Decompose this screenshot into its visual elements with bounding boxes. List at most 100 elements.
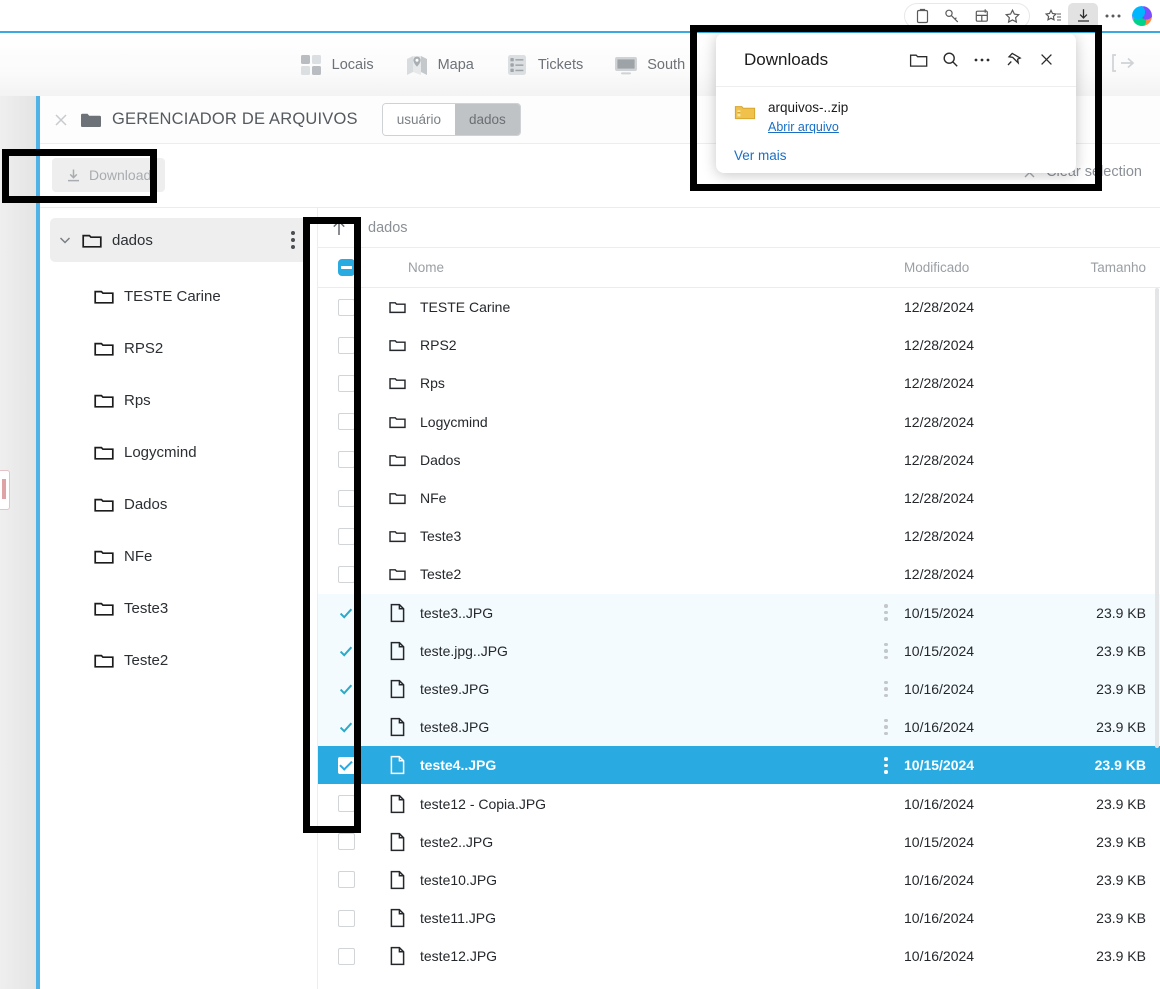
table-row[interactable]: Teste212/28/2024 — [318, 555, 1160, 593]
scope-option-usuario[interactable]: usuário — [383, 104, 455, 135]
table-row[interactable]: RPS2 12/28/2024 — [318, 326, 1160, 364]
row-name[interactable]: teste9.JPG — [420, 681, 489, 697]
row-size: 23.9 KB — [1044, 681, 1160, 697]
row-name[interactable]: teste10.JPG — [420, 872, 497, 888]
row-select-cell[interactable] — [318, 833, 374, 850]
row-more-options-icon[interactable] — [868, 757, 904, 774]
nav-item-mapa[interactable]: Mapa — [404, 52, 474, 78]
table-row[interactable]: Dados12/28/2024 — [318, 441, 1160, 479]
table-row[interactable]: NFe12/28/2024 — [318, 479, 1160, 517]
row-name-cell: teste2..JPG — [374, 832, 868, 852]
table-row[interactable]: teste3..JPG10/15/202423.9 KB — [318, 594, 1160, 632]
sidebar-item-teste-carine[interactable]: TESTE Carine — [86, 276, 307, 316]
row-name[interactable]: teste11.JPG — [420, 910, 496, 926]
copilot-icon[interactable] — [1132, 6, 1152, 26]
table-row[interactable]: teste9.JPG10/16/202423.9 KB — [318, 670, 1160, 708]
nav-item-locais[interactable]: Locais — [298, 52, 374, 78]
row-name-cell: TESTE Carine — [374, 297, 868, 317]
table-row[interactable]: teste12 - Copia.JPG10/16/202423.9 KB — [318, 784, 1160, 822]
nav-item-tickets[interactable]: Tickets — [504, 52, 583, 78]
row-name-cell: Teste2 — [374, 564, 868, 584]
download-item[interactable]: arquivos-..zip Abrir arquivo — [716, 87, 1076, 136]
row-select-cell[interactable] — [318, 910, 374, 927]
row-name[interactable]: teste12.JPG — [420, 948, 497, 964]
row-name[interactable]: Rps — [420, 375, 445, 391]
row-name[interactable]: teste12 - Copia.JPG — [420, 796, 546, 812]
column-header-nome[interactable]: Nome — [374, 260, 868, 275]
row-select-cell[interactable] — [318, 871, 374, 888]
sidebar-item-label: RPS2 — [124, 340, 163, 357]
table-row[interactable]: teste4..JPG10/15/202423.9 KB — [318, 746, 1160, 784]
row-more-options-icon[interactable] — [868, 681, 904, 698]
row-checkbox[interactable] — [338, 871, 355, 888]
file-icon — [374, 717, 420, 737]
sidebar-item-teste2[interactable]: Teste2 — [86, 640, 307, 680]
checklist-icon — [504, 52, 530, 78]
logout-arrow-icon[interactable] — [1108, 48, 1142, 78]
table-row[interactable]: teste2..JPG10/15/202423.9 KB — [318, 823, 1160, 861]
scope-option-dados[interactable]: dados — [455, 104, 520, 135]
row-modified: 10/16/2024 — [904, 910, 1044, 926]
column-header-modificado[interactable]: Modificado — [904, 260, 1044, 275]
row-name[interactable]: Dados — [420, 452, 460, 468]
sidebar-item-dados[interactable]: dados — [50, 218, 307, 262]
folder-icon — [94, 652, 114, 669]
row-more-options-icon[interactable] — [868, 719, 904, 736]
close-icon[interactable] — [1030, 45, 1062, 75]
row-size: 23.9 KB — [1044, 834, 1160, 850]
table-row[interactable]: teste.jpg..JPG10/15/202423.9 KB — [318, 632, 1160, 670]
row-name[interactable]: Teste3 — [420, 528, 461, 544]
list-scrollbar[interactable] — [1153, 288, 1160, 988]
nav-item-south[interactable]: South — [613, 52, 685, 78]
more-options-icon[interactable] — [291, 231, 295, 249]
row-modified: 12/28/2024 — [904, 337, 1044, 353]
pin-icon[interactable] — [998, 45, 1030, 75]
sidebar-item-rps[interactable]: Rps — [86, 380, 307, 420]
column-header-tamanho[interactable]: Tamanho — [1044, 260, 1160, 275]
chevron-down-icon[interactable] — [58, 233, 72, 247]
table-row[interactable]: Rps12/28/2024 — [318, 364, 1160, 402]
open-folder-icon[interactable] — [902, 45, 934, 75]
folder-icon — [80, 111, 102, 129]
search-icon[interactable] — [934, 45, 966, 75]
see-more-link[interactable]: Ver mais — [734, 148, 787, 163]
row-name[interactable]: teste3..JPG — [420, 605, 493, 621]
row-more-options-icon[interactable] — [868, 643, 904, 660]
sidebar-item-nfe[interactable]: NFe — [86, 536, 307, 576]
row-name[interactable]: teste4..JPG — [420, 757, 496, 773]
table-row[interactable]: teste8.JPG10/16/202423.9 KB — [318, 708, 1160, 746]
open-file-link[interactable]: Abrir arquivo — [768, 120, 839, 134]
sidebar-item-teste3[interactable]: Teste3 — [86, 588, 307, 628]
sidebar-item-dados-child[interactable]: Dados — [86, 484, 307, 524]
row-name[interactable]: teste8.JPG — [420, 719, 489, 735]
row-name[interactable]: Teste2 — [420, 566, 461, 582]
row-checkbox[interactable] — [338, 948, 355, 965]
row-checkbox[interactable] — [338, 833, 355, 850]
folder-icon — [374, 412, 420, 432]
row-more-options-icon[interactable] — [868, 604, 904, 621]
table-row[interactable]: teste12.JPG10/16/202423.9 KB — [318, 937, 1160, 975]
table-row[interactable]: teste11.JPG10/16/202423.9 KB — [318, 899, 1160, 937]
row-name[interactable]: teste.jpg..JPG — [420, 643, 508, 659]
sidebar-item-logycmind[interactable]: Logycmind — [86, 432, 307, 472]
row-name[interactable]: Logycmind — [420, 414, 488, 430]
row-name[interactable]: teste2..JPG — [420, 834, 493, 850]
row-name[interactable]: RPS2 — [420, 337, 457, 353]
table-row[interactable]: TESTE Carine12/28/2024 — [318, 288, 1160, 326]
row-name-cell: teste11.JPG — [374, 908, 868, 928]
row-name[interactable]: NFe — [420, 490, 446, 506]
row-checkbox[interactable] — [338, 910, 355, 927]
more-options-icon[interactable] — [966, 45, 998, 75]
table-row[interactable]: teste10.JPG10/16/202423.9 KB — [318, 861, 1160, 899]
row-select-cell[interactable] — [318, 948, 374, 965]
table-row[interactable]: Logycmind12/28/2024 — [318, 403, 1160, 441]
file-list-panel: dados Nome Modificado Tamanho TESTE Cari… — [318, 208, 1160, 989]
row-name-cell: Rps — [374, 373, 868, 393]
file-icon — [374, 946, 420, 966]
close-icon[interactable] — [52, 111, 70, 129]
row-name-cell: teste8.JPG — [374, 717, 868, 737]
table-row[interactable]: Teste312/28/2024 — [318, 517, 1160, 555]
row-name[interactable]: TESTE Carine — [420, 299, 510, 315]
settings-more-icon[interactable] — [1098, 3, 1128, 29]
sidebar-item-rps2[interactable]: RPS2 — [86, 328, 307, 368]
